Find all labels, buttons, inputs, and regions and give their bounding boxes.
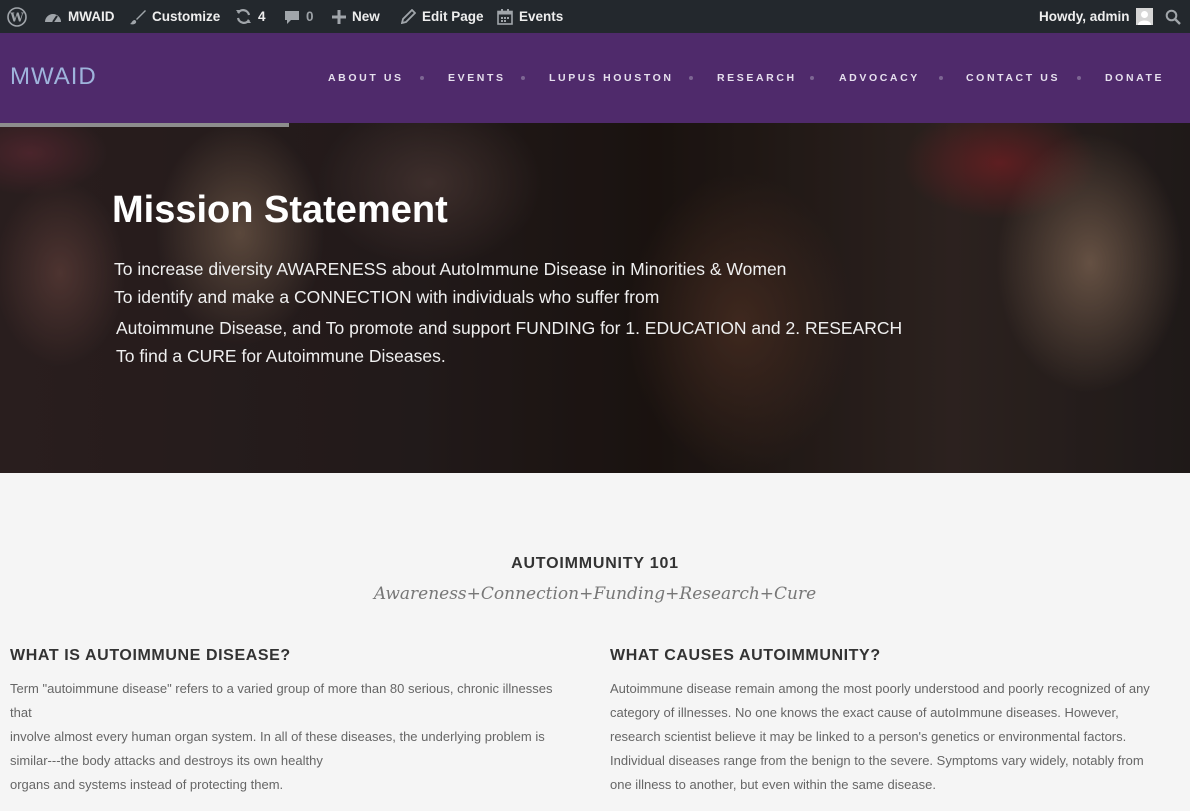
- svg-text:W: W: [9, 10, 24, 24]
- text-line: similar---the body attacks and destroys …: [10, 753, 323, 768]
- wordpress-icon: W: [7, 6, 27, 27]
- text-line: Autoimmune disease remain among the most…: [610, 681, 1150, 696]
- nav-separator: [521, 76, 525, 80]
- new-content-link[interactable]: New: [332, 0, 380, 33]
- mission-line: To increase diversity AWARENESS about Au…: [114, 259, 787, 279]
- updates-icon: [235, 8, 252, 25]
- calendar-icon: [497, 8, 513, 25]
- site-name-link[interactable]: MWAID: [44, 0, 115, 33]
- hero-title: Mission Statement: [112, 189, 448, 231]
- customize-label: Customize: [152, 9, 221, 24]
- nav-separator: [420, 76, 424, 80]
- nav-item-donate[interactable]: DONATE: [1105, 72, 1164, 84]
- column-text: Term "autoimmune disease" refers to a va…: [10, 677, 553, 797]
- comment-icon: [284, 9, 300, 25]
- nav-item-about-us[interactable]: ABOUT US: [328, 72, 404, 84]
- section-tagline: Awareness+Connection+Funding+Research+Cu…: [373, 584, 817, 604]
- column-text: Autoimmune disease remain among the most…: [610, 677, 1150, 797]
- nav-item-advocacy[interactable]: ADVOCACY: [839, 72, 920, 84]
- customize-link[interactable]: Customize: [130, 0, 220, 33]
- plus-icon: [332, 9, 346, 24]
- text-line: organs and systems instead of protecting…: [10, 777, 284, 792]
- slider-progress-bar: [0, 123, 289, 127]
- pencil-icon: [401, 9, 416, 24]
- avatar-icon: [1135, 8, 1153, 25]
- nav-item-lupus-houston[interactable]: LUPUS HOUSTON: [549, 72, 674, 84]
- column-heading: WHAT IS AUTOIMMUNE DISEASE?: [10, 647, 291, 664]
- updates-count: 4: [258, 9, 266, 24]
- text-line: one illness to another, but even within …: [610, 777, 936, 792]
- dashboard-icon: [44, 9, 62, 25]
- text-line: that: [10, 705, 32, 720]
- mission-line: Autoimmune Disease, and To promote and s…: [116, 318, 903, 338]
- search-button[interactable]: [1165, 0, 1181, 33]
- site-logo[interactable]: MWAID: [10, 63, 97, 91]
- text-line: research scientist believe it may be lin…: [610, 729, 1127, 744]
- text-line: Individual diseases range from the benig…: [610, 753, 1144, 768]
- events-label: Events: [519, 9, 564, 24]
- text-line: category of illnesses. No one knows the …: [610, 705, 1119, 720]
- my-account-link[interactable]: Howdy, admin: [1039, 0, 1153, 33]
- comments-link[interactable]: 0: [284, 0, 314, 33]
- nav-item-research[interactable]: RESEARCH: [717, 72, 797, 84]
- comments-count: 0: [306, 9, 314, 24]
- brush-icon: [130, 9, 146, 25]
- hero-banner: Mission Statement To increase diversity …: [0, 123, 1190, 473]
- nav-separator: [810, 76, 814, 80]
- mission-line: To identify and make a CONNECTION with i…: [114, 287, 660, 307]
- nav-item-contact-us[interactable]: CONTACT US: [966, 72, 1060, 84]
- updates-link[interactable]: 4: [235, 0, 266, 33]
- edit-page-link[interactable]: Edit Page: [401, 0, 484, 33]
- search-icon: [1165, 9, 1181, 25]
- events-link[interactable]: Events: [497, 0, 563, 33]
- nav-separator: [689, 76, 693, 80]
- section-title: AUTOIMMUNITY 101: [511, 555, 679, 572]
- new-label: New: [352, 9, 380, 24]
- howdy-label: Howdy, admin: [1039, 9, 1130, 24]
- nav-item-events[interactable]: EVENTS: [448, 72, 506, 84]
- column-heading: WHAT CAUSES AUTOIMMUNITY?: [610, 647, 881, 664]
- wordpress-logo-button[interactable]: W: [7, 0, 27, 33]
- edit-page-label: Edit Page: [422, 9, 484, 24]
- site-name-label: MWAID: [68, 9, 115, 24]
- nav-separator: [939, 76, 943, 80]
- site-header: MWAID ABOUT US EVENTS LUPUS HOUSTON RESE…: [0, 33, 1190, 123]
- mission-line: To find a CURE for Autoimmune Diseases.: [116, 346, 446, 366]
- admin-bar: W MWAID Customize 4 0 New Edit Page Even…: [0, 0, 1190, 33]
- text-line: Term "autoimmune disease" refers to a va…: [10, 681, 553, 696]
- text-line: involve almost every human organ system.…: [10, 729, 545, 744]
- nav-separator: [1077, 76, 1081, 80]
